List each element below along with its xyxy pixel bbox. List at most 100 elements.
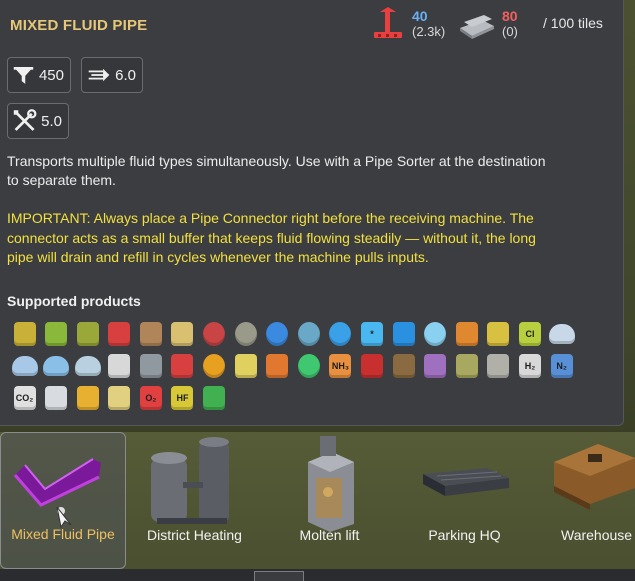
hf-canister-icon: HF <box>171 386 194 410</box>
parking-hq-icon <box>423 468 509 496</box>
yellow-bottle-icon <box>76 386 99 410</box>
orange-pipe-icon <box>455 322 478 346</box>
product-item <box>104 382 135 414</box>
fuel-can-yellow-icon <box>13 322 36 346</box>
build-item-label: Molten lift <box>299 527 360 543</box>
product-item <box>230 318 261 350</box>
build-item-label: Warehouse <box>561 527 633 543</box>
oil-drop-icon <box>203 354 226 378</box>
stat-throughput-value: 450 <box>38 66 64 84</box>
product-item <box>167 350 198 382</box>
cream-beaker-icon <box>108 386 131 410</box>
red-flask-icon <box>361 354 384 378</box>
beaker-icon <box>171 322 194 346</box>
tile-limit: / 100 tiles <box>543 15 603 31</box>
product-item: * <box>357 318 388 350</box>
product-item <box>199 382 230 414</box>
rain-cloud-icon <box>548 324 575 344</box>
build-item-label: Mixed Fluid Pipe <box>11 526 115 542</box>
product-item: CO₂ <box>9 382 40 414</box>
steel-plate-icon <box>460 15 494 39</box>
build-item-mixed-fluid-pipe[interactable]: Mixed Fluid Pipe <box>0 432 126 569</box>
hydrogen-tank-icon: H₂ <box>519 354 541 378</box>
product-item <box>41 350 72 382</box>
wave-icon <box>392 322 415 346</box>
product-item <box>388 350 419 382</box>
material-cost: 80 (0) <box>458 6 518 42</box>
product-label: CO₂ <box>15 393 34 403</box>
yellow-beaker-icon <box>234 354 257 378</box>
product-item <box>199 318 230 350</box>
product-item <box>546 318 577 350</box>
pale-drop-icon <box>424 322 447 346</box>
product-item <box>72 318 103 350</box>
product-item <box>451 350 482 382</box>
bottom-tab[interactable] <box>254 571 304 581</box>
steam-cloud-icon <box>43 356 70 376</box>
olive-beaker-icon <box>455 354 478 378</box>
build-item-label: District Heating <box>147 527 242 543</box>
product-label: O₂ <box>145 393 157 403</box>
product-item: N₂ <box>546 350 577 382</box>
product-item <box>199 350 230 382</box>
red-pipe-icon <box>108 322 131 346</box>
product-item <box>483 318 514 350</box>
flame-tank-icon <box>266 354 289 378</box>
product-label: H₂ <box>524 361 536 371</box>
build-item-molten-lift[interactable]: Molten lift <box>262 432 397 569</box>
product-label: NH₃ <box>331 361 350 371</box>
warehouse-icon <box>554 444 635 510</box>
product-item <box>104 350 135 382</box>
product-item <box>9 350 40 382</box>
product-item <box>483 350 514 382</box>
product-label: N₂ <box>556 361 567 371</box>
build-item-warehouse[interactable]: Warehouse <box>532 432 635 569</box>
product-item <box>72 350 103 382</box>
nitrogen-tank-icon: N₂ <box>550 354 573 378</box>
stat-throughput: 450 <box>7 57 71 93</box>
worker-cost-value: 40 <box>412 8 428 25</box>
product-item <box>451 318 482 350</box>
build-item-label: Parking HQ <box>428 527 501 543</box>
product-item <box>262 350 293 382</box>
grey-beaker-icon <box>487 354 510 378</box>
product-item <box>262 318 293 350</box>
storm-cloud-icon <box>11 356 38 376</box>
cloud-icon <box>74 356 101 376</box>
brown-beaker-icon <box>392 354 415 378</box>
product-item: NH₃ <box>325 350 356 382</box>
product-item <box>420 318 451 350</box>
bottom-bar <box>0 569 635 581</box>
red-canister-icon <box>171 354 194 378</box>
worker-cost: 40 (2.3k) <box>370 6 445 42</box>
blue-disc-icon <box>266 322 289 346</box>
mixed-fluid-pipe-icon <box>13 458 101 529</box>
oxygen-tank-icon: O₂ <box>139 386 162 410</box>
product-item: HF <box>167 382 198 414</box>
tree-icon <box>108 354 131 378</box>
description: Transports multiple fluid types simultan… <box>7 153 546 188</box>
product-label: HF <box>176 393 189 403</box>
supported-products-heading: Supported products <box>7 293 141 309</box>
build-item-parking-hq[interactable]: Parking HQ <box>397 432 532 569</box>
build-item-district-heating[interactable]: District Heating <box>127 432 262 569</box>
red-disc-icon <box>203 322 226 346</box>
product-item <box>41 382 72 414</box>
purple-beaker-icon <box>424 354 447 378</box>
stat-maintenance: 5.0 <box>7 103 69 139</box>
product-item <box>104 318 135 350</box>
product-item <box>293 350 324 382</box>
white-beaker-icon <box>45 386 68 410</box>
crane-icon <box>374 7 402 38</box>
acid-canister-icon <box>203 386 226 410</box>
stat-flow-value: 6.0 <box>115 66 136 84</box>
fuel-can-olive-icon <box>76 322 99 346</box>
metal-pipe-icon <box>139 354 162 378</box>
tooltip-title: MIXED FLUID PIPE <box>10 17 148 34</box>
glass-bottle-icon <box>139 322 162 346</box>
green-drop-icon <box>297 354 320 378</box>
yellow-pipe-icon <box>487 322 510 346</box>
product-item <box>72 382 103 414</box>
important-note: IMPORTANT: Always place a Pipe Connector… <box>7 210 536 265</box>
building-tooltip: MIXED FLUID PIPE 40 (2.3k) 80 (0) / 100 … <box>0 0 624 426</box>
